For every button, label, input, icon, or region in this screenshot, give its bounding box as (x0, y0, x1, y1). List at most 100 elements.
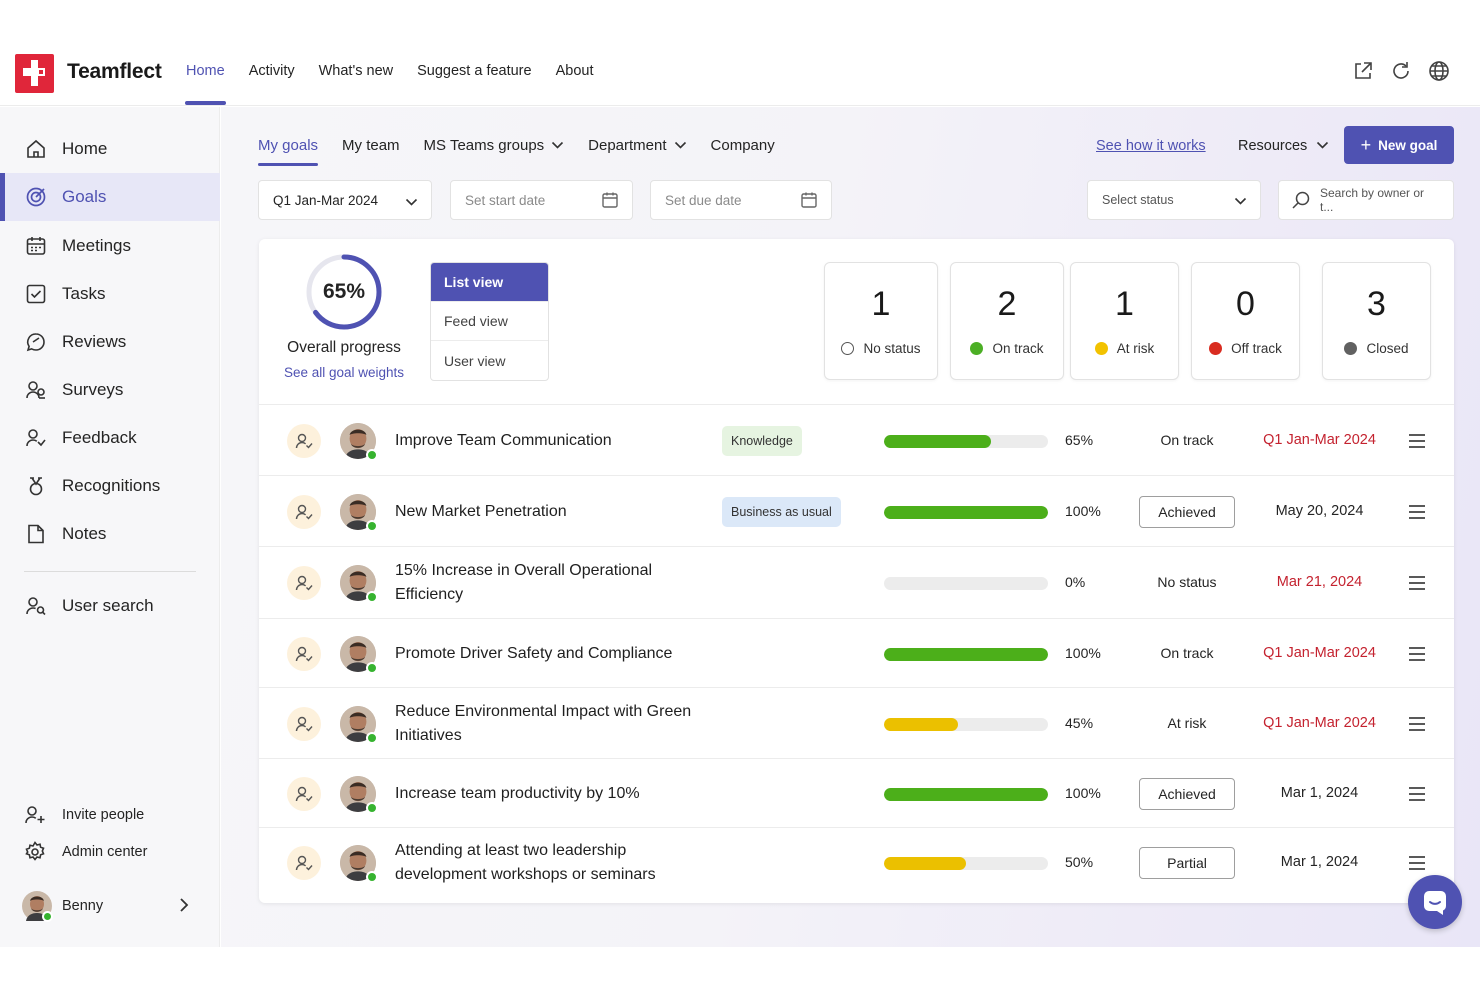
resources-label: Resources (1238, 138, 1308, 154)
see-how-it-works-link[interactable]: See how it works (1096, 138, 1206, 154)
topnav-suggest-feature[interactable]: Suggest a feature (417, 63, 531, 79)
topnav-home[interactable]: Home (185, 63, 226, 105)
status-select[interactable]: Select status (1087, 180, 1261, 220)
goal-progress-bar (884, 857, 1048, 870)
sidebar-item-home[interactable]: Home (0, 125, 220, 173)
tab-ms-teams-groups[interactable]: MS Teams groups (424, 137, 565, 154)
hamburger-menu-icon[interactable] (1407, 716, 1427, 732)
goal-status[interactable]: At risk (1139, 715, 1235, 731)
goal-due-date: May 20, 2024 (1275, 502, 1364, 519)
sidebar-item-surveys[interactable]: Surveys (0, 366, 220, 414)
gear-icon (24, 841, 46, 863)
sidebar: Home Goals Meetings Tasks Reviews Survey… (0, 107, 220, 947)
goal-row[interactable]: 15% Increase in Overall Operational Effi… (259, 546, 1454, 618)
hamburger-menu-icon[interactable] (1407, 855, 1427, 871)
goal-progress-percent: 100% (1065, 502, 1101, 519)
goal-title[interactable]: Promote Driver Safety and Compliance (395, 642, 715, 666)
tab-department[interactable]: Department (588, 137, 686, 154)
sidebar-item-tasks[interactable]: Tasks (0, 270, 220, 318)
stat-on-track[interactable]: 2 On track (950, 262, 1064, 380)
sidebar-item-label: Meetings (62, 236, 131, 255)
home-icon (25, 138, 47, 160)
goal-due-date: Q1 Jan-Mar 2024 (1263, 714, 1376, 731)
goal-progress-percent: 100% (1065, 784, 1101, 801)
topnav-activity[interactable]: Activity (249, 63, 295, 79)
goal-row[interactable]: Increase team productivity by 10% 100% A… (259, 758, 1454, 827)
online-status-dot (366, 519, 378, 532)
admin-center-label: Admin center (62, 844, 148, 860)
goal-status[interactable]: On track (1139, 432, 1235, 448)
goal-title[interactable]: New Market Penetration (395, 500, 715, 524)
chat-icon (1424, 891, 1446, 915)
off-track-dot (1209, 342, 1223, 355)
hamburger-menu-icon[interactable] (1407, 433, 1427, 449)
goal-status[interactable]: Achieved (1139, 495, 1235, 528)
tab-company[interactable]: Company (711, 137, 775, 154)
goal-row[interactable]: Promote Driver Safety and Compliance 100… (259, 618, 1454, 687)
sidebar-item-meetings[interactable]: Meetings (0, 222, 220, 270)
see-goal-weights-link[interactable]: See all goal weights (259, 365, 429, 380)
admin-center-button[interactable]: Admin center (24, 841, 147, 863)
invite-people-button[interactable]: Invite people (24, 804, 144, 826)
refresh-icon[interactable] (1390, 60, 1412, 82)
sidebar-item-goals[interactable]: Goals (0, 173, 220, 221)
current-user[interactable]: Benny (22, 888, 202, 924)
goal-title[interactable]: Reduce Environmental Impact with Green I… (395, 700, 715, 748)
hamburger-menu-icon[interactable] (1407, 786, 1427, 802)
tab-my-goals[interactable]: My goals (258, 137, 319, 166)
user-view-option[interactable]: User view (431, 341, 548, 380)
list-view-option[interactable]: List view (431, 263, 548, 302)
sidebar-item-label: User search (62, 596, 154, 615)
goal-row[interactable]: Reduce Environmental Impact with Green I… (259, 687, 1454, 758)
open-external-icon[interactable] (1352, 60, 1374, 82)
goal-status[interactable]: Partial (1139, 847, 1235, 879)
start-date-field[interactable]: Set start date (450, 180, 633, 220)
new-goal-button[interactable]: + New goal (1344, 126, 1454, 164)
goal-row[interactable]: Attending at least two leadership develo… (259, 827, 1454, 897)
tab-my-team[interactable]: My team (342, 137, 400, 154)
stat-closed[interactable]: 3 Closed (1322, 262, 1431, 380)
hamburger-menu-icon[interactable] (1407, 575, 1427, 591)
period-select[interactable]: Q1 Jan-Mar 2024 (258, 180, 432, 220)
at-risk-dot (1094, 342, 1108, 355)
goal-owner-type-icon (287, 706, 321, 741)
goal-title[interactable]: 15% Increase in Overall Operational Effi… (395, 559, 715, 607)
goal-tag: Knowledge (722, 425, 802, 456)
goal-progress-bar (884, 434, 1048, 448)
calendar-icon (25, 235, 47, 257)
stat-no-status[interactable]: 1 No status (824, 262, 938, 380)
stat-off-track[interactable]: 0 Off track (1191, 262, 1300, 380)
resources-dropdown[interactable]: Resources (1238, 138, 1329, 154)
globe-icon[interactable] (1428, 60, 1450, 82)
sidebar-item-user-search[interactable]: User search (0, 582, 220, 630)
feed-view-option[interactable]: Feed view (431, 302, 548, 341)
topnav-whats-new[interactable]: What's new (319, 63, 394, 79)
period-value: Q1 Jan-Mar 2024 (273, 192, 379, 208)
goal-progress-bar (884, 717, 1048, 731)
goal-row[interactable]: Improve Team Communication Knowledge 65%… (259, 404, 1454, 475)
goal-title[interactable]: Improve Team Communication (395, 429, 715, 453)
goal-row[interactable]: New Market Penetration Business as usual… (259, 475, 1454, 546)
goal-status[interactable]: On track (1139, 645, 1235, 661)
hamburger-menu-icon[interactable] (1407, 646, 1427, 662)
goals-card: 65% Overall progress See all goal weight… (259, 239, 1454, 903)
search-input[interactable]: Search by owner or t... (1278, 180, 1454, 220)
goal-title[interactable]: Increase team productivity by 10% (395, 782, 715, 806)
goal-status[interactable]: No status (1139, 574, 1235, 590)
sidebar-item-reviews[interactable]: Reviews (0, 318, 220, 366)
stat-at-risk[interactable]: 1 At risk (1070, 262, 1179, 380)
chat-support-button[interactable] (1408, 875, 1462, 929)
sidebar-item-recognitions[interactable]: Recognitions (0, 462, 220, 510)
on-track-dot (970, 342, 984, 355)
hamburger-menu-icon[interactable] (1407, 504, 1427, 520)
goal-title[interactable]: Attending at least two leadership develo… (395, 839, 715, 887)
goal-progress-bar (884, 505, 1048, 519)
goal-progress-fill (884, 717, 958, 731)
due-date-field[interactable]: Set due date (650, 180, 832, 220)
goal-owner-type-icon (287, 566, 321, 600)
search-placeholder: Search by owner or t... (1320, 186, 1425, 214)
topnav-about[interactable]: About (556, 63, 594, 79)
sidebar-item-feedback[interactable]: Feedback (0, 414, 220, 462)
sidebar-item-notes[interactable]: Notes (0, 510, 220, 558)
goal-status[interactable]: Achieved (1139, 777, 1235, 810)
